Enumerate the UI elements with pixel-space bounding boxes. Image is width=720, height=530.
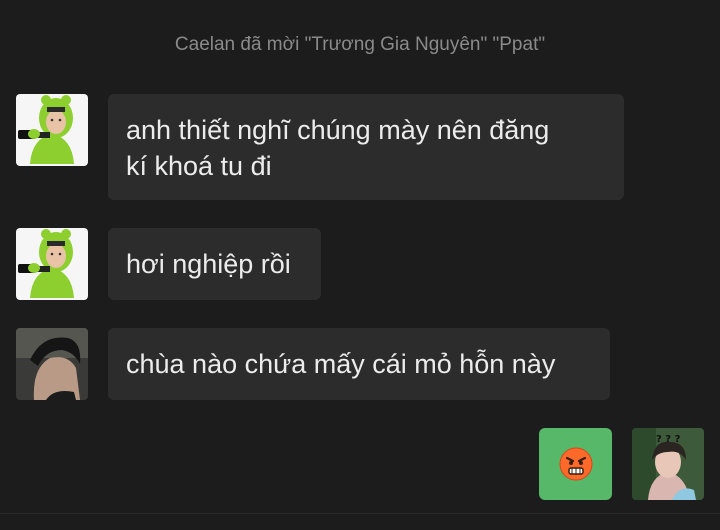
frog-costume-avatar-icon (16, 94, 88, 166)
avatar-self[interactable]: ? ? ? (632, 428, 704, 500)
bottom-divider (0, 513, 720, 514)
avatar-boy-profile[interactable] (16, 328, 88, 400)
avatar-frog-1[interactable] (16, 94, 88, 166)
message-line: kí khoá tu đi (126, 151, 272, 181)
avatar-frog-2[interactable] (16, 228, 88, 300)
frog-costume-avatar-icon (16, 228, 88, 300)
message-bubble[interactable]: hơi nghiệp rồi (108, 228, 321, 300)
message-bubble[interactable]: anh thiết nghĩ chúng mày nên đăng kí kho… (108, 94, 624, 200)
system-message: Caelan đã mời "Trương Gia Nguyên" "Ppat" (174, 34, 546, 55)
message-line: anh thiết nghĩ chúng mày nên đăng (126, 115, 550, 145)
message-bubble[interactable]: chùa nào chứa mấy cái mỏ hỗn này (108, 328, 610, 400)
sticker-bubble[interactable] (539, 428, 612, 500)
message-line: hơi nghiệp rồi (126, 249, 291, 279)
angry-face-emoji-icon (559, 447, 592, 481)
message-line: chùa nào chứa mấy cái mỏ hỗn này (126, 349, 556, 379)
boy-question-marks-avatar-icon: ? ? ? (632, 428, 704, 500)
question-marks-text: ? ? ? (656, 434, 681, 445)
boy-profile-avatar-icon (16, 328, 88, 400)
